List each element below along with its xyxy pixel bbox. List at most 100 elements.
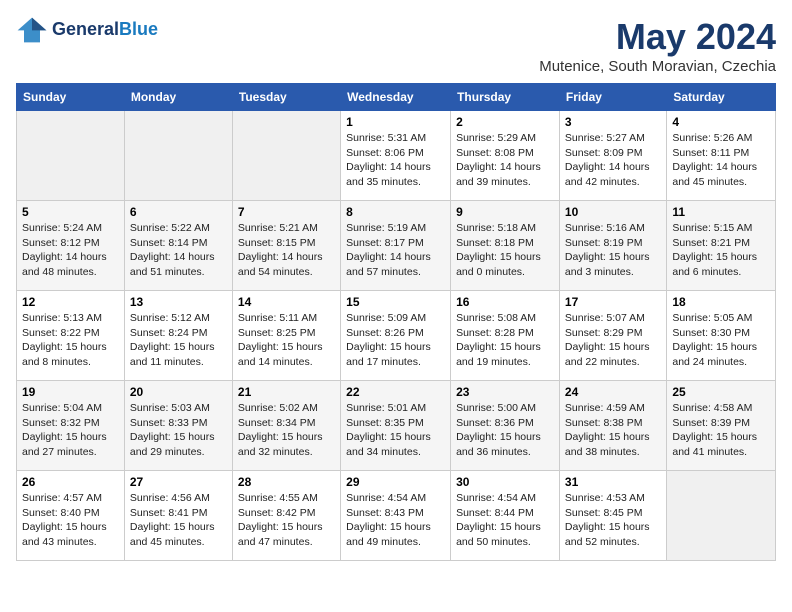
calendar-cell: 11Sunrise: 5:15 AM Sunset: 8:21 PM Dayli…: [667, 201, 776, 291]
calendar-cell: 24 Sunrise: 4:59 AM Sunset: 8:38 PM Dayli…: [559, 381, 666, 471]
page-header: GeneralBlue May 2024 Mutenice, South Mor…: [16, 16, 776, 75]
day-info: Sunrise: 4:56 AM Sunset: 8:41 PM Dayligh…: [130, 491, 227, 550]
calendar-cell: 23Sunrise: 5:00 AM Sunset: 8:36 PM Dayli…: [451, 381, 560, 471]
day-number: 1: [346, 115, 445, 129]
week-row-5: 26 Sunrise: 4:57 AM Sunset: 8:40 PM Dayli…: [17, 471, 776, 561]
day-info: Sunrise: 4:59 AM Sunset: 8:38 PM Dayligh…: [565, 401, 661, 460]
day-info: Sunrise: 5:31 AM Sunset: 8:06 PM Dayligh…: [346, 131, 445, 190]
calendar-cell: 14 Sunrise: 5:11 AM Sunset: 8:25 PM Dayli…: [232, 291, 340, 381]
calendar-cell: 19Sunrise: 5:04 AM Sunset: 8:32 PM Dayli…: [17, 381, 125, 471]
calendar-cell: 22Sunrise: 5:01 AM Sunset: 8:35 PM Dayli…: [341, 381, 451, 471]
title-block: May 2024 Mutenice, South Moravian, Czech…: [539, 16, 776, 75]
day-number: 21: [238, 385, 335, 399]
day-number: 4: [672, 115, 770, 129]
day-info: Sunrise: 5:21 AM Sunset: 8:15 PM Dayligh…: [238, 221, 335, 280]
day-number: 2: [456, 115, 554, 129]
calendar-cell: 25 Sunrise: 4:58 AM Sunset: 8:39 PM Dayli…: [667, 381, 776, 471]
day-number: 31: [565, 475, 661, 489]
calendar-cell: 15 Sunrise: 5:09 AM Sunset: 8:26 PM Dayli…: [341, 291, 451, 381]
day-number: 29: [346, 475, 445, 489]
calendar-cell: 9Sunrise: 5:18 AM Sunset: 8:18 PM Daylig…: [451, 201, 560, 291]
calendar-cell: 7 Sunrise: 5:21 AM Sunset: 8:15 PM Daylig…: [232, 201, 340, 291]
day-info: Sunrise: 5:16 AM Sunset: 8:19 PM Dayligh…: [565, 221, 661, 280]
day-number: 10: [565, 205, 661, 219]
day-info: Sunrise: 5:24 AM Sunset: 8:12 PM Dayligh…: [22, 221, 119, 280]
calendar-cell: [17, 111, 125, 201]
day-number: 27: [130, 475, 227, 489]
day-number: 23: [456, 385, 554, 399]
day-info: Sunrise: 5:02 AM Sunset: 8:34 PM Dayligh…: [238, 401, 335, 460]
calendar-cell: 26 Sunrise: 4:57 AM Sunset: 8:40 PM Dayli…: [17, 471, 125, 561]
calendar-cell: 13 Sunrise: 5:12 AM Sunset: 8:24 PM Dayli…: [124, 291, 232, 381]
day-info: Sunrise: 4:53 AM Sunset: 8:45 PM Dayligh…: [565, 491, 661, 550]
location-subtitle: Mutenice, South Moravian, Czechia: [539, 58, 776, 75]
day-number: 28: [238, 475, 335, 489]
day-number: 17: [565, 295, 661, 309]
day-number: 3: [565, 115, 661, 129]
day-info: Sunrise: 4:55 AM Sunset: 8:42 PM Dayligh…: [238, 491, 335, 550]
day-number: 6: [130, 205, 227, 219]
day-info: Sunrise: 5:11 AM Sunset: 8:25 PM Dayligh…: [238, 311, 335, 370]
calendar-cell: 3 Sunrise: 5:27 AM Sunset: 8:09 PM Daylig…: [559, 111, 666, 201]
logo-icon: [16, 16, 48, 44]
calendar-cell: 6 Sunrise: 5:22 AM Sunset: 8:14 PM Daylig…: [124, 201, 232, 291]
day-number: 14: [238, 295, 335, 309]
day-info: Sunrise: 5:09 AM Sunset: 8:26 PM Dayligh…: [346, 311, 445, 370]
day-info: Sunrise: 4:58 AM Sunset: 8:39 PM Dayligh…: [672, 401, 770, 460]
month-title: May 2024: [539, 16, 776, 58]
calendar-cell: 2 Sunrise: 5:29 AM Sunset: 8:08 PM Daylig…: [451, 111, 560, 201]
logo-text: GeneralBlue: [52, 20, 158, 40]
week-row-3: 12 Sunrise: 5:13 AM Sunset: 8:22 PM Dayli…: [17, 291, 776, 381]
calendar-cell: 27 Sunrise: 4:56 AM Sunset: 8:41 PM Dayli…: [124, 471, 232, 561]
day-info: Sunrise: 5:22 AM Sunset: 8:14 PM Dayligh…: [130, 221, 227, 280]
calendar-cell: [124, 111, 232, 201]
calendar-cell: 10 Sunrise: 5:16 AM Sunset: 8:19 PM Dayli…: [559, 201, 666, 291]
day-info: Sunrise: 4:54 AM Sunset: 8:43 PM Dayligh…: [346, 491, 445, 550]
day-info: Sunrise: 4:54 AM Sunset: 8:44 PM Dayligh…: [456, 491, 554, 550]
day-info: Sunrise: 5:13 AM Sunset: 8:22 PM Dayligh…: [22, 311, 119, 370]
day-number: 24: [565, 385, 661, 399]
day-info: Sunrise: 5:07 AM Sunset: 8:29 PM Dayligh…: [565, 311, 661, 370]
logo: GeneralBlue: [16, 16, 158, 44]
weekday-header-monday: Monday: [124, 84, 232, 111]
day-number: 26: [22, 475, 119, 489]
calendar-cell: [232, 111, 340, 201]
day-info: Sunrise: 5:08 AM Sunset: 8:28 PM Dayligh…: [456, 311, 554, 370]
day-number: 5: [22, 205, 119, 219]
day-number: 16: [456, 295, 554, 309]
day-number: 30: [456, 475, 554, 489]
calendar-cell: 16 Sunrise: 5:08 AM Sunset: 8:28 PM Dayli…: [451, 291, 560, 381]
day-info: Sunrise: 5:03 AM Sunset: 8:33 PM Dayligh…: [130, 401, 227, 460]
weekday-header-row: SundayMondayTuesdayWednesdayThursdayFrid…: [17, 84, 776, 111]
day-info: Sunrise: 4:57 AM Sunset: 8:40 PM Dayligh…: [22, 491, 119, 550]
day-number: 7: [238, 205, 335, 219]
day-info: Sunrise: 5:29 AM Sunset: 8:08 PM Dayligh…: [456, 131, 554, 190]
day-number: 18: [672, 295, 770, 309]
day-info: Sunrise: 5:12 AM Sunset: 8:24 PM Dayligh…: [130, 311, 227, 370]
day-info: Sunrise: 5:27 AM Sunset: 8:09 PM Dayligh…: [565, 131, 661, 190]
weekday-header-sunday: Sunday: [17, 84, 125, 111]
day-number: 15: [346, 295, 445, 309]
calendar-cell: 21 Sunrise: 5:02 AM Sunset: 8:34 PM Dayli…: [232, 381, 340, 471]
calendar-cell: 4 Sunrise: 5:26 AM Sunset: 8:11 PM Daylig…: [667, 111, 776, 201]
calendar-cell: 30 Sunrise: 4:54 AM Sunset: 8:44 PM Dayli…: [451, 471, 560, 561]
calendar-cell: 5 Sunrise: 5:24 AM Sunset: 8:12 PM Daylig…: [17, 201, 125, 291]
day-info: Sunrise: 5:26 AM Sunset: 8:11 PM Dayligh…: [672, 131, 770, 190]
calendar-cell: 18 Sunrise: 5:05 AM Sunset: 8:30 PM Dayli…: [667, 291, 776, 381]
day-number: 25: [672, 385, 770, 399]
day-info: Sunrise: 5:18 AM Sunset: 8:18 PM Dayligh…: [456, 221, 554, 280]
weekday-header-thursday: Thursday: [451, 84, 560, 111]
calendar-cell: 1 Sunrise: 5:31 AM Sunset: 8:06 PM Daylig…: [341, 111, 451, 201]
calendar-cell: 31 Sunrise: 4:53 AM Sunset: 8:45 PM Dayli…: [559, 471, 666, 561]
day-number: 12: [22, 295, 119, 309]
calendar-cell: 28 Sunrise: 4:55 AM Sunset: 8:42 PM Dayli…: [232, 471, 340, 561]
calendar-cell: 12 Sunrise: 5:13 AM Sunset: 8:22 PM Dayli…: [17, 291, 125, 381]
day-info: Sunrise: 5:15 AM Sunset: 8:21 PM Dayligh…: [672, 221, 770, 280]
week-row-2: 5 Sunrise: 5:24 AM Sunset: 8:12 PM Daylig…: [17, 201, 776, 291]
calendar-cell: 17 Sunrise: 5:07 AM Sunset: 8:29 PM Dayli…: [559, 291, 666, 381]
day-info: Sunrise: 5:01 AM Sunset: 8:35 PM Dayligh…: [346, 401, 445, 460]
day-number: 13: [130, 295, 227, 309]
day-info: Sunrise: 5:05 AM Sunset: 8:30 PM Dayligh…: [672, 311, 770, 370]
weekday-header-wednesday: Wednesday: [341, 84, 451, 111]
day-number: 19: [22, 385, 119, 399]
